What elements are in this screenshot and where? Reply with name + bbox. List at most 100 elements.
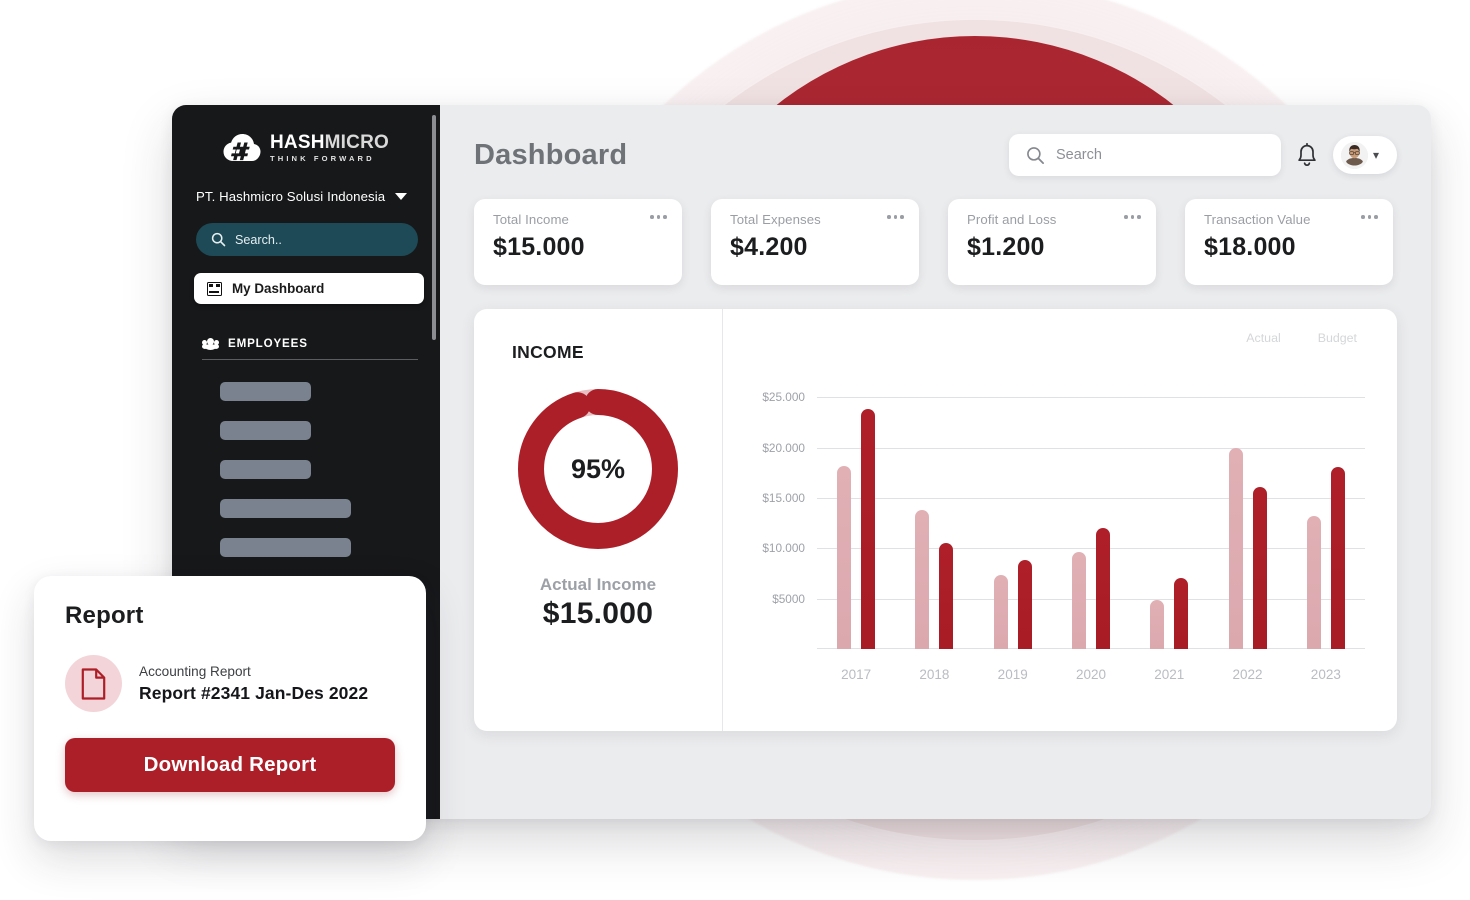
user-menu[interactable]: ▾	[1333, 136, 1397, 174]
sidebar-section-label: EMPLOYEES	[228, 337, 308, 350]
report-item[interactable]: Accounting Report Report #2341 Jan-Des 2…	[65, 655, 395, 712]
chart-bar-actual[interactable]	[1071, 552, 1086, 649]
chart-x-axis-tick: 2022	[1232, 667, 1263, 682]
chart-bar-group: 2019	[974, 377, 1052, 682]
chart-y-axis-tick: $10.000	[762, 541, 805, 556]
kpi-label: Transaction Value	[1204, 212, 1311, 227]
document-icon	[65, 655, 122, 712]
chart-bar-group: 2018	[895, 377, 973, 682]
kpi-value: $18.000	[1204, 233, 1296, 261]
report-card-title: Report	[65, 602, 144, 629]
report-category: Accounting Report	[139, 663, 251, 679]
more-options-icon[interactable]	[1124, 215, 1141, 219]
actual-income-value: $15.000	[542, 597, 654, 630]
hashmicro-cloud-hash-icon	[223, 133, 261, 163]
chart-bar-actual[interactable]	[1306, 516, 1321, 649]
kpi-card-total-expenses[interactable]: Total Expenses $4.200	[711, 199, 919, 285]
list-item[interactable]	[220, 460, 311, 479]
chevron-down-icon: ▾	[1373, 148, 1380, 162]
chart-x-axis-tick: 2023	[1310, 667, 1341, 682]
dashboard-icon	[207, 281, 222, 296]
chart-bars: 2017 2018 2019 2020 2021 2022 2023	[817, 377, 1365, 682]
legend-item-budget[interactable]: Budget	[1318, 331, 1357, 345]
chart-bar-group: 2021	[1130, 377, 1208, 682]
kpi-card-total-income[interactable]: Total Income $15.000	[474, 199, 682, 285]
chart-bar-group: 2020	[1052, 377, 1130, 682]
chart-x-axis-tick: 2018	[919, 667, 950, 682]
report-item-text: Accounting Report Report #2341 Jan-Des 2…	[139, 664, 368, 704]
chart-x-axis-tick: 2019	[997, 667, 1028, 682]
chart-bar-budget[interactable]	[861, 409, 876, 649]
download-report-button[interactable]: Download Report	[65, 738, 395, 792]
chart-bar-actual[interactable]	[1228, 447, 1243, 649]
logo-word-hash: HASH	[270, 132, 325, 154]
page-title: Dashboard	[474, 138, 628, 171]
chart-bar-budget[interactable]	[1017, 560, 1032, 649]
list-item[interactable]	[220, 421, 311, 440]
list-item[interactable]	[220, 538, 351, 557]
brand-logo[interactable]: HASHMICRO THINK FORWARD	[172, 133, 440, 163]
chart-x-axis-tick: 2021	[1154, 667, 1185, 682]
report-name: Report #2341 Jan-Des 2022	[139, 682, 369, 703]
chart-bar-budget[interactable]	[1330, 466, 1345, 649]
sidebar-search-input[interactable]: Search..	[196, 223, 418, 256]
chart-y-axis-tick: $15.000	[762, 490, 805, 505]
sidebar-item-my-dashboard[interactable]: My Dashboard	[194, 273, 424, 304]
search-icon	[211, 232, 226, 247]
chart-bar-group: 2022	[1208, 377, 1286, 682]
top-bar-actions: Search ▾	[1009, 134, 1397, 176]
kpi-value: $15.000	[493, 233, 585, 261]
report-card: Report Accounting Report Report #2341 Ja…	[34, 576, 426, 841]
chart-bar-group: 2023	[1287, 377, 1365, 682]
kpi-value: $4.200	[730, 233, 808, 261]
list-item[interactable]	[220, 382, 311, 401]
actual-income-label: Actual Income	[539, 575, 657, 594]
sidebar-scrollbar[interactable]	[432, 115, 436, 340]
kpi-value: $1.200	[967, 233, 1045, 261]
income-bar-chart: Actual Budget $5000 $10.000 $15.000 $20.000…	[723, 309, 1397, 731]
top-bar: Dashboard Search ▾	[474, 105, 1397, 197]
search-placeholder: Search	[1056, 147, 1102, 163]
income-title: INCOME	[512, 342, 584, 362]
kpi-card-profit-and-loss[interactable]: Profit and Loss $1.200	[948, 199, 1156, 285]
chart-bar-actual[interactable]	[1150, 599, 1165, 649]
donut-percent-label: 95%	[570, 453, 626, 484]
more-options-icon[interactable]	[1361, 215, 1378, 219]
company-selector[interactable]: PT. Hashmicro Solusi Indonesia	[196, 189, 440, 204]
brand-logo-text: HASHMICRO THINK FORWARD	[270, 133, 389, 163]
search-icon	[1027, 146, 1045, 164]
chart-area: $5000 $10.000 $15.000 $20.000 $25.000 2017 201…	[751, 367, 1365, 703]
sidebar-item-label: My Dashboard	[232, 281, 325, 296]
chart-bar-actual[interactable]	[993, 575, 1008, 649]
kpi-card-row: Total Income $15.000 Total Expenses $4.2…	[474, 199, 1397, 285]
sidebar-placeholder-items	[220, 382, 440, 557]
avatar	[1341, 141, 1368, 169]
more-options-icon[interactable]	[650, 215, 667, 219]
chart-bar-budget[interactable]	[1095, 528, 1110, 649]
company-name: PT. Hashmicro Solusi Indonesia	[196, 189, 386, 204]
sidebar-search-placeholder: Search..	[235, 232, 282, 247]
kpi-label: Total Income	[493, 212, 569, 227]
chart-plot: $5000 $10.000 $15.000 $20.000 $25.000 2017 201…	[762, 377, 1365, 682]
chart-legend: Actual Budget	[1246, 331, 1357, 345]
search-input[interactable]: Search	[1009, 134, 1281, 176]
chart-bar-actual[interactable]	[915, 509, 930, 649]
more-options-icon[interactable]	[887, 215, 904, 219]
chart-y-axis-tick: $25.000	[762, 390, 805, 405]
notification-bell-icon[interactable]	[1296, 142, 1318, 168]
chart-y-axis-tick: $20.000	[762, 440, 805, 455]
legend-item-actual[interactable]: Actual	[1246, 331, 1280, 345]
chart-bar-actual[interactable]	[837, 465, 852, 649]
chart-bar-budget[interactable]	[1252, 486, 1267, 649]
chart-bar-budget[interactable]	[939, 543, 954, 649]
list-item[interactable]	[220, 499, 351, 518]
main-content: Dashboard Search ▾ Total Income $15.000 …	[440, 105, 1431, 819]
logo-word-micro: MICRO	[324, 132, 389, 154]
people-icon	[202, 337, 219, 350]
income-panel: INCOME 95% Actual Income $15.000 Actual …	[474, 309, 1397, 731]
chart-x-axis-tick: 2017	[841, 667, 872, 682]
chart-bar-budget[interactable]	[1174, 578, 1189, 649]
kpi-card-transaction-value[interactable]: Transaction Value $18.000	[1185, 199, 1393, 285]
income-summary: INCOME 95% Actual Income $15.000	[474, 309, 723, 731]
sidebar-section-employees[interactable]: EMPLOYEES	[202, 337, 418, 360]
